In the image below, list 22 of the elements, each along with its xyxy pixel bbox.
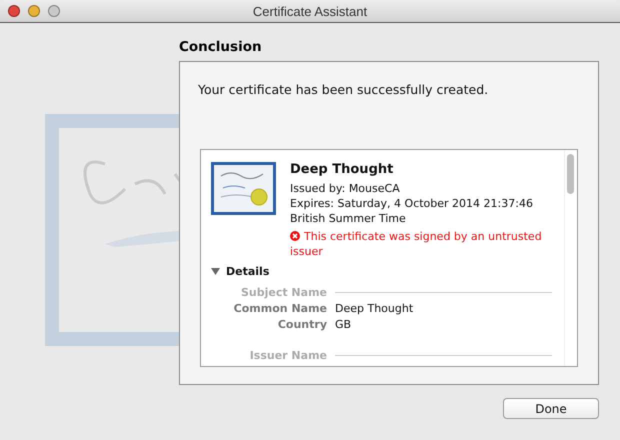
field-label: Common Name bbox=[232, 302, 327, 315]
expiry-text: Expires: Saturday, 4 October 2014 21:37:46 British Summer Time bbox=[290, 196, 534, 226]
section-heading: Subject Name bbox=[240, 286, 327, 299]
error-icon bbox=[290, 231, 300, 241]
window-title: Certificate Assistant bbox=[252, 4, 368, 18]
minimize-button[interactable] bbox=[28, 5, 40, 17]
close-button[interactable] bbox=[8, 5, 20, 17]
zoom-button[interactable] bbox=[48, 5, 60, 17]
certificate-icon bbox=[211, 162, 276, 215]
disclosure-triangle-icon bbox=[211, 267, 220, 276]
warning-text: This certificate was signed by an untrusted issuer bbox=[290, 229, 543, 259]
issuer-text: Issued by: MouseCA bbox=[290, 181, 401, 196]
section-heading: Issuer Name bbox=[248, 349, 327, 362]
page-heading: Conclusion bbox=[179, 39, 263, 57]
done-button[interactable]: Done bbox=[503, 398, 599, 419]
field-value: Deep Thought bbox=[335, 302, 414, 315]
field-value: GB bbox=[335, 318, 352, 331]
field-label: Country bbox=[276, 318, 327, 331]
scrollbar-thumb[interactable] bbox=[567, 154, 574, 194]
success-message: Your certificate has been successfully created. bbox=[198, 82, 490, 97]
certificate-name: Deep Thought bbox=[290, 162, 394, 177]
details-disclosure[interactable]: Details bbox=[211, 265, 564, 278]
